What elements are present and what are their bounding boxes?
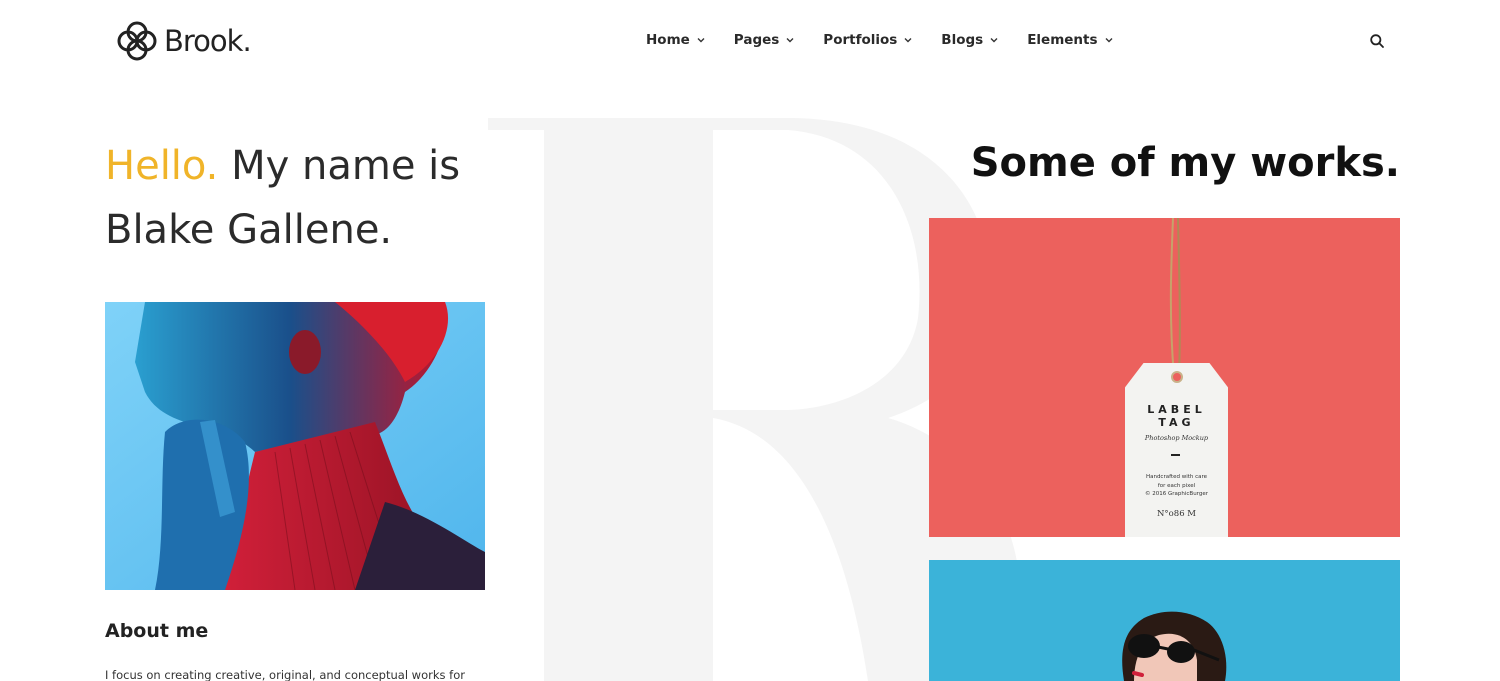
nav-item-label: Blogs	[941, 32, 984, 48]
nav-item-label: Portfolios	[823, 32, 898, 48]
chevron-down-icon	[697, 38, 705, 43]
nav-item-label: Home	[646, 32, 690, 48]
nav-item-blogs[interactable]: Blogs	[941, 32, 999, 48]
portrait-photo	[105, 302, 485, 590]
hero-line2: Blake Gallene.	[105, 207, 393, 253]
hero-title: Hello. My name is Blake Gallene.	[105, 134, 505, 262]
nav-item-home[interactable]: Home	[646, 32, 706, 48]
chevron-down-icon	[990, 38, 998, 43]
chevron-down-icon	[904, 38, 912, 43]
tag-hole	[1171, 371, 1183, 383]
tag-title-line1: LABEL	[1147, 403, 1206, 416]
tag-info: Handcrafted with care for each pixel © 2…	[1125, 473, 1228, 499]
site-header: Brook. Home Pages Portfolios Blogs Eleme…	[0, 0, 1500, 84]
nav-item-portfolios[interactable]: Portfolios	[823, 32, 913, 48]
tag-info-line3: © 2016 GraphicBurger	[1145, 491, 1208, 497]
about-text: I focus on creating creative, original, …	[105, 668, 465, 681]
hero-line1-rest: My name is	[218, 143, 461, 189]
tag-divider	[1171, 454, 1180, 456]
tag-info-line2: for each pixel	[1157, 482, 1196, 489]
work-item-sunglasses[interactable]	[929, 560, 1400, 681]
search-icon[interactable]	[1369, 33, 1385, 49]
chevron-down-icon	[786, 38, 794, 43]
logo[interactable]: Brook.	[116, 20, 252, 62]
quatrefoil-logo-icon	[117, 21, 157, 61]
hero-greeting: Hello.	[105, 143, 219, 189]
nav-item-label: Pages	[733, 32, 780, 48]
tag-subtitle: Photoshop Mockup	[1144, 434, 1209, 442]
about-heading: About me	[105, 620, 209, 642]
work-item-label-tag[interactable]: LABEL TAG Photoshop Mockup Handcrafted w…	[929, 218, 1400, 537]
tag-info-line1: Handcrafted with care	[1145, 474, 1208, 480]
tag-title-line2: TAG	[1158, 416, 1195, 429]
chevron-down-icon	[1105, 38, 1113, 43]
tag-meta: N°o86 M	[1156, 509, 1197, 519]
main-nav: Home Pages Portfolios Blogs Elements	[646, 32, 1142, 48]
nav-item-label: Elements	[1027, 32, 1098, 48]
label-tag-mockup: LABEL TAG Photoshop Mockup Handcrafted w…	[1125, 363, 1228, 537]
tag-title: LABEL TAG	[1125, 403, 1228, 429]
works-title: Some of my works.	[970, 140, 1400, 186]
nav-item-elements[interactable]: Elements	[1027, 32, 1113, 48]
nav-item-pages[interactable]: Pages	[734, 32, 796, 48]
brand-name: Brook.	[164, 24, 252, 58]
